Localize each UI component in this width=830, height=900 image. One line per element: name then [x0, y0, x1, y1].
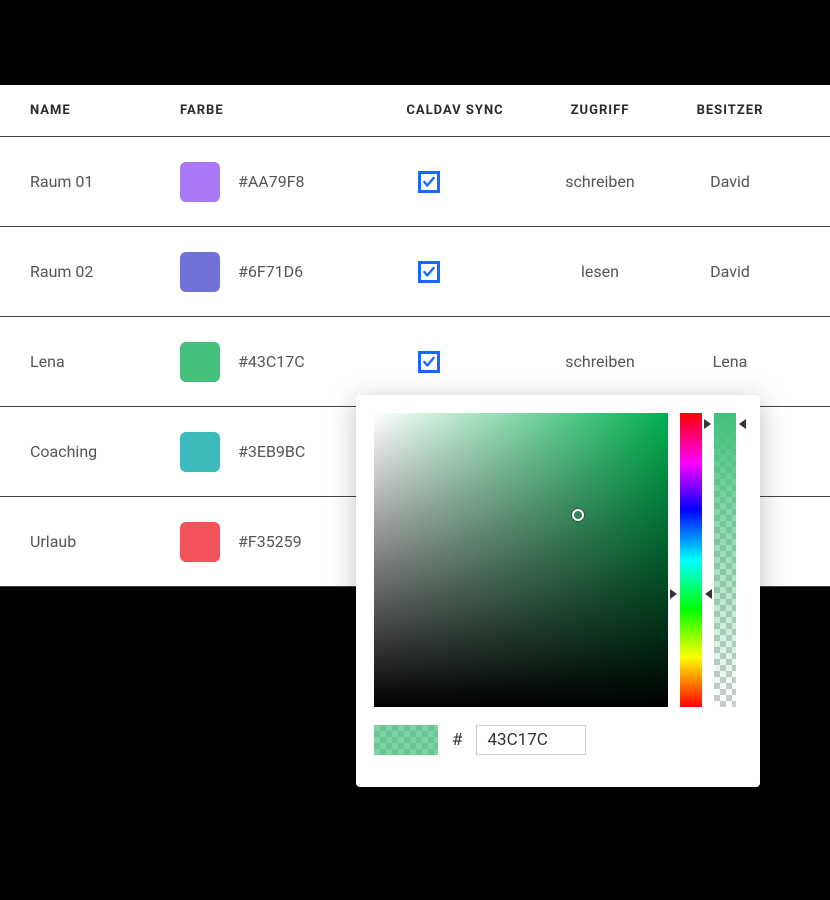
color-hex-label: #6F71D6 — [238, 262, 303, 281]
cell-access: schreiben — [530, 172, 670, 191]
cell-edit — [790, 529, 830, 555]
cell-name: Urlaub — [30, 532, 180, 551]
color-hex-label: #3EB9BC — [238, 442, 305, 461]
cell-color: #F35259 — [180, 522, 380, 562]
cell-color: #3EB9BC — [180, 432, 380, 472]
cell-color: #6F71D6 — [180, 252, 380, 292]
color-hex-label: #43C17C — [238, 352, 305, 371]
cell-sync — [380, 261, 530, 283]
hue-slider[interactable] — [680, 413, 702, 707]
saturation-value-field[interactable] — [374, 413, 668, 707]
caldav-sync-checkbox[interactable] — [418, 261, 440, 283]
cell-owner: David — [670, 262, 790, 281]
cell-edit — [790, 169, 830, 195]
cell-sync — [380, 351, 530, 373]
header-color: FARBE — [180, 103, 380, 118]
caldav-sync-checkbox[interactable] — [418, 171, 440, 193]
color-swatch[interactable] — [180, 162, 220, 202]
color-swatch[interactable] — [180, 432, 220, 472]
cell-edit — [790, 259, 830, 285]
caldav-sync-checkbox[interactable] — [418, 351, 440, 373]
color-picker-popover: # — [356, 395, 760, 787]
cell-sync — [380, 171, 530, 193]
header-sync: CALDAV SYNC — [380, 103, 530, 118]
header-name: NAME — [30, 103, 180, 118]
cell-edit — [790, 439, 830, 465]
cell-access: lesen — [530, 262, 670, 281]
cell-color: #AA79F8 — [180, 162, 380, 202]
alpha-slider[interactable] — [714, 413, 736, 707]
color-swatch[interactable] — [180, 342, 220, 382]
cell-color: #43C17C — [180, 342, 380, 382]
hex-hash: # — [452, 730, 462, 750]
cell-name: Raum 01 — [30, 172, 180, 191]
cell-owner: David — [670, 172, 790, 191]
cell-owner: Lena — [670, 352, 790, 371]
cell-access: schreiben — [530, 352, 670, 371]
color-preview-swatch — [374, 725, 438, 755]
table-row: Lena #43C17C schreiben Lena — [0, 317, 830, 407]
color-swatch[interactable] — [180, 522, 220, 562]
color-hex-label: #F35259 — [238, 532, 302, 551]
color-hex-label: #AA79F8 — [238, 172, 305, 191]
cell-name: Raum 02 — [30, 262, 180, 281]
color-swatch[interactable] — [180, 252, 220, 292]
cell-name: Lena — [30, 352, 180, 371]
table-row: Raum 01 #AA79F8 schreiben David — [0, 137, 830, 227]
header-owner: BESITZER — [670, 103, 790, 118]
hex-input[interactable] — [476, 725, 586, 755]
header-access: ZUGRIFF — [530, 103, 670, 118]
cell-edit — [790, 349, 830, 375]
table-row: Raum 02 #6F71D6 lesen David — [0, 227, 830, 317]
cell-name: Coaching — [30, 442, 180, 461]
table-header-row: NAME FARBE CALDAV SYNC ZUGRIFF BESITZER — [0, 85, 830, 137]
sv-cursor[interactable] — [572, 509, 584, 521]
